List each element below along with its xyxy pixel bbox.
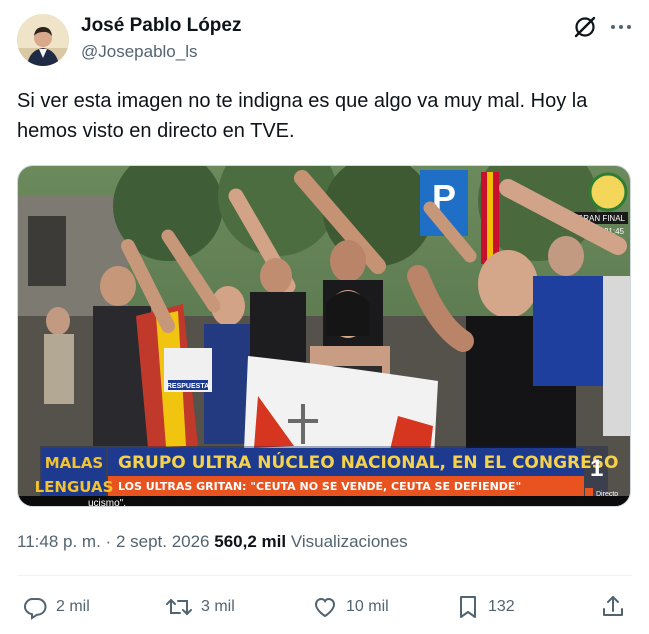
repost-icon bbox=[166, 598, 192, 616]
live-label: Directo bbox=[596, 491, 618, 498]
protest-sign: RESPUESTA bbox=[167, 383, 209, 390]
grok-icon[interactable] bbox=[572, 14, 598, 40]
channel-logo: 1 bbox=[590, 455, 603, 482]
repost-count: 3 mil bbox=[201, 598, 235, 615]
bookmark-count: 132 bbox=[488, 598, 515, 615]
share-button[interactable] bbox=[600, 594, 626, 620]
author-handle[interactable]: @Josepablo_ls bbox=[81, 42, 198, 62]
show-logo-line1: MALAS bbox=[45, 454, 104, 472]
views-label: Visualizaciones bbox=[290, 532, 408, 551]
bookmark-icon bbox=[460, 596, 476, 618]
like-icon bbox=[314, 597, 336, 618]
show-logo-line2: LENGUAS bbox=[35, 478, 114, 496]
more-icon[interactable] bbox=[608, 14, 634, 40]
meta-separator: · bbox=[105, 532, 112, 551]
avatar-image bbox=[17, 14, 69, 66]
repost-button[interactable]: 3 mil bbox=[165, 594, 235, 620]
views-count: 560,2 mil bbox=[214, 532, 287, 551]
tweet-date[interactable]: 2 sept. 2026 bbox=[116, 532, 210, 551]
tweet-image[interactable]: P GRAN FINAL 21:45 RESPUESTA GRUPO ULTRA… bbox=[17, 165, 631, 507]
like-count: 10 mil bbox=[346, 598, 389, 615]
reply-icon bbox=[23, 598, 47, 620]
tweet-meta: 11:48 p. m. · 2 sept. 2026 560,2 mil Vis… bbox=[17, 532, 408, 552]
author-name[interactable]: José Pablo López bbox=[81, 15, 241, 37]
ticker-text: ucismo". bbox=[88, 498, 126, 507]
subheadline-text: LOS ULTRAS GRITAN: "CEUTA NO SE VENDE, C… bbox=[118, 480, 521, 493]
like-button[interactable]: 10 mil bbox=[312, 594, 389, 620]
share-icon bbox=[603, 596, 623, 616]
reply-count: 2 mil bbox=[56, 598, 90, 615]
tweet-time[interactable]: 11:48 p. m. bbox=[17, 532, 101, 551]
avatar[interactable] bbox=[17, 14, 69, 66]
reply-button[interactable]: 2 mil bbox=[22, 594, 90, 620]
bookmark-button[interactable]: 132 bbox=[456, 594, 515, 620]
tweet-text: Si ver esta imagen no te indigna es que … bbox=[17, 90, 588, 142]
headline-text: GRUPO ULTRA NÚCLEO NACIONAL, EN EL CONGR… bbox=[118, 451, 618, 473]
divider bbox=[17, 575, 632, 576]
